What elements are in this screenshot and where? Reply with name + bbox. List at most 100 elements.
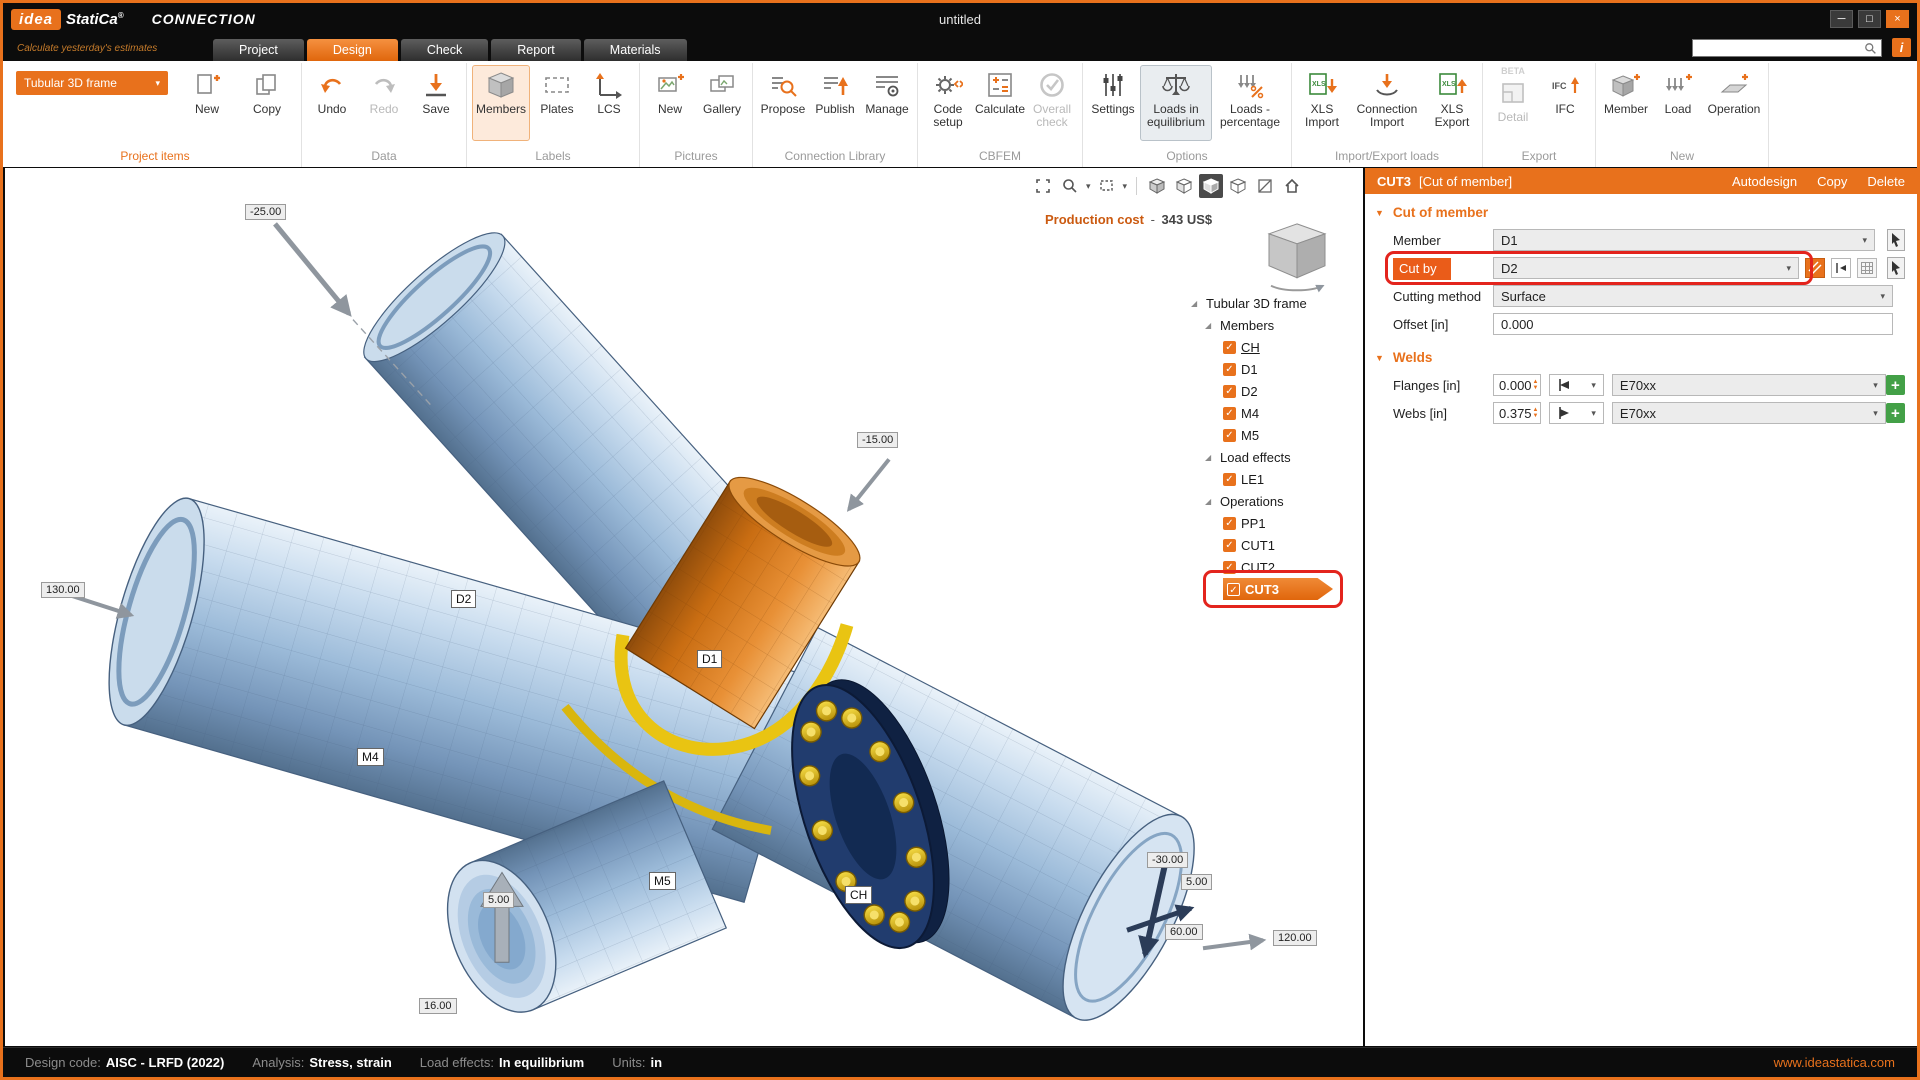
template-selector[interactable]: Tubular 3D frame ▾ xyxy=(16,71,168,95)
cut-by-select[interactable]: D2 ▾ xyxy=(1493,257,1799,279)
pick-member-button[interactable] xyxy=(1887,229,1905,251)
ribbon-button-copy-item[interactable]: Copy xyxy=(238,65,296,141)
pick-cut-by-button[interactable] xyxy=(1887,257,1905,279)
tree-item-cut2[interactable]: ✓ CUT2 xyxy=(1191,556,1363,578)
ribbon-button-new-operation[interactable]: Operation xyxy=(1705,65,1763,141)
ribbon-button-plates-labels[interactable]: Plates xyxy=(532,65,582,141)
maximize-button[interactable]: □ xyxy=(1858,10,1881,28)
tree-expand-icon[interactable]: ◢ xyxy=(1191,299,1201,308)
flanges-size-input[interactable]: 0.000 ▲ ▼ xyxy=(1493,374,1542,396)
view-mode-4-button[interactable] xyxy=(1226,174,1250,198)
flanges-weld-type-select[interactable]: ▾ xyxy=(1549,374,1604,396)
tree-expand-icon[interactable]: ◢ xyxy=(1205,453,1215,462)
ribbon-button-gallery[interactable]: Gallery xyxy=(697,65,747,141)
tab-check[interactable]: Check xyxy=(400,39,489,61)
selection-dropdown-caret[interactable]: ▾ xyxy=(1123,181,1128,192)
webs-size-input[interactable]: 0.375 ▲ ▼ xyxy=(1493,402,1542,424)
ribbon-button-propose[interactable]: Propose xyxy=(758,65,808,141)
tree-item-cut1[interactable]: ✓ CUT1 xyxy=(1191,534,1363,556)
section-collapse-icon[interactable]: ▼ xyxy=(1375,353,1384,363)
tree-item-cut3-highlight[interactable]: ✓ CUT3 xyxy=(1223,578,1333,600)
tree-group-load-effects[interactable]: ◢ Load effects xyxy=(1191,446,1363,468)
webs-weld-type-select[interactable]: ▾ xyxy=(1549,402,1604,424)
checkbox-checked[interactable]: ✓ xyxy=(1223,516,1236,530)
tree-item-pp1[interactable]: ✓ PP1 xyxy=(1191,512,1363,534)
ribbon-button-calculate[interactable]: Calculate xyxy=(975,65,1025,141)
checkbox-checked[interactable]: ✓ xyxy=(1223,428,1236,442)
spinner[interactable]: ▲ ▼ xyxy=(1532,379,1538,391)
ribbon-button-loads-in-equilibrium[interactable]: Loads in equilibrium xyxy=(1140,65,1212,141)
tree-root[interactable]: ◢ Tubular 3D frame xyxy=(1191,292,1363,314)
zoom-dropdown-caret[interactable]: ▾ xyxy=(1086,181,1091,192)
zoom-tool-button[interactable] xyxy=(1058,174,1082,198)
viewport-3d[interactable]: ▾ ▾ Production cost - 343 US$ -25.00 -15… xyxy=(5,168,1363,1046)
ribbon-button-detail[interactable]: BETA Detail xyxy=(1488,65,1538,141)
ribbon-button-members-labels[interactable]: Members xyxy=(472,65,530,141)
cutting-method-select[interactable]: Surface ▾ xyxy=(1493,285,1893,307)
checkbox-checked[interactable]: ✓ xyxy=(1223,362,1236,376)
ribbon-button-save[interactable]: Save xyxy=(411,65,461,141)
ribbon-button-new-load[interactable]: Load xyxy=(1653,65,1703,141)
tree-group-members[interactable]: ◢ Members xyxy=(1191,314,1363,336)
ribbon-button-settings[interactable]: Settings xyxy=(1088,65,1138,141)
ribbon-button-manage[interactable]: Manage xyxy=(862,65,912,141)
website-link[interactable]: www.ideastatica.com xyxy=(1774,1055,1895,1070)
tree-item-d2[interactable]: ✓ D2 xyxy=(1191,380,1363,402)
ribbon-button-xls-export[interactable]: XLS XLS Export xyxy=(1427,65,1477,141)
home-view-button[interactable] xyxy=(1280,174,1304,198)
tree-group-operations[interactable]: ◢ Operations xyxy=(1191,490,1363,512)
cut-orientation-button[interactable] xyxy=(1805,258,1825,278)
autodesign-button[interactable]: Autodesign xyxy=(1732,174,1797,189)
selection-tool-button[interactable] xyxy=(1095,174,1119,198)
offset-input[interactable]: 0.000 xyxy=(1493,313,1893,335)
tab-report[interactable]: Report xyxy=(491,39,581,61)
view-mode-3-button[interactable] xyxy=(1199,174,1224,198)
tab-design[interactable]: Design xyxy=(306,39,398,61)
3d-scene[interactable] xyxy=(5,168,1363,1046)
ribbon-button-undo[interactable]: Undo xyxy=(307,65,357,141)
webs-electrode-select[interactable]: E70xx ▾ xyxy=(1611,402,1886,424)
checkbox-checked[interactable]: ✓ xyxy=(1223,538,1236,552)
section-collapse-icon[interactable]: ▼ xyxy=(1375,208,1384,218)
member-ch-cylinder[interactable] xyxy=(711,626,1220,1039)
minimize-button[interactable]: ─ xyxy=(1830,10,1853,28)
tree-expand-icon[interactable]: ◢ xyxy=(1205,497,1215,506)
tree-item-le1[interactable]: ✓ LE1 xyxy=(1191,468,1363,490)
checkbox-checked[interactable]: ✓ xyxy=(1223,406,1236,420)
tree-item-ch[interactable]: ✓ CH xyxy=(1191,336,1363,358)
tree-item-m5[interactable]: ✓ M5 xyxy=(1191,424,1363,446)
view-mode-1-button[interactable] xyxy=(1145,174,1169,198)
ribbon-button-new-picture[interactable]: New xyxy=(645,65,695,141)
ribbon-button-xls-import[interactable]: XLS XLS Import xyxy=(1297,65,1347,141)
view-cube[interactable] xyxy=(1267,223,1327,293)
tab-materials[interactable]: Materials xyxy=(583,39,687,61)
close-button[interactable]: × xyxy=(1886,10,1909,28)
ribbon-button-code-setup[interactable]: Code setup xyxy=(923,65,973,141)
tab-project[interactable]: Project xyxy=(213,39,304,61)
ribbon-button-ifc[interactable]: IFC IFC xyxy=(1540,65,1590,141)
tree-item-m4[interactable]: ✓ M4 xyxy=(1191,402,1363,424)
tree-item-d1[interactable]: ✓ D1 xyxy=(1191,358,1363,380)
ribbon-button-new-item[interactable]: New xyxy=(178,65,236,141)
checkbox-checked[interactable]: ✓ xyxy=(1223,384,1236,398)
ribbon-button-new-member[interactable]: Member xyxy=(1601,65,1651,141)
search-box[interactable] xyxy=(1692,39,1882,57)
info-button[interactable]: i xyxy=(1892,38,1911,57)
add-web-weld-button[interactable]: + xyxy=(1885,403,1905,423)
checkbox-checked[interactable]: ✓ xyxy=(1223,472,1236,486)
ribbon-button-connection-import[interactable]: Connection Import xyxy=(1349,65,1425,141)
cut-direction-button[interactable] xyxy=(1831,258,1851,278)
spinner[interactable]: ▲ ▼ xyxy=(1532,407,1538,419)
tree-item-cut3-selected[interactable]: ✓ CUT3 xyxy=(1191,578,1363,600)
add-flange-weld-button[interactable]: + xyxy=(1885,375,1905,395)
ribbon-button-redo[interactable]: Redo xyxy=(359,65,409,141)
delete-operation-button[interactable]: Delete xyxy=(1867,174,1905,189)
search-input[interactable] xyxy=(1697,41,1864,55)
copy-operation-button[interactable]: Copy xyxy=(1817,174,1847,189)
flanges-electrode-select[interactable]: E70xx ▾ xyxy=(1611,374,1886,396)
tree-expand-icon[interactable]: ◢ xyxy=(1205,321,1215,330)
checkbox-checked[interactable]: ✓ xyxy=(1223,340,1236,354)
section-cut-of-member[interactable]: ▼ Cut of member xyxy=(1365,194,1917,227)
section-welds[interactable]: ▼ Welds xyxy=(1365,339,1917,372)
checkbox-checked[interactable]: ✓ xyxy=(1223,560,1236,574)
